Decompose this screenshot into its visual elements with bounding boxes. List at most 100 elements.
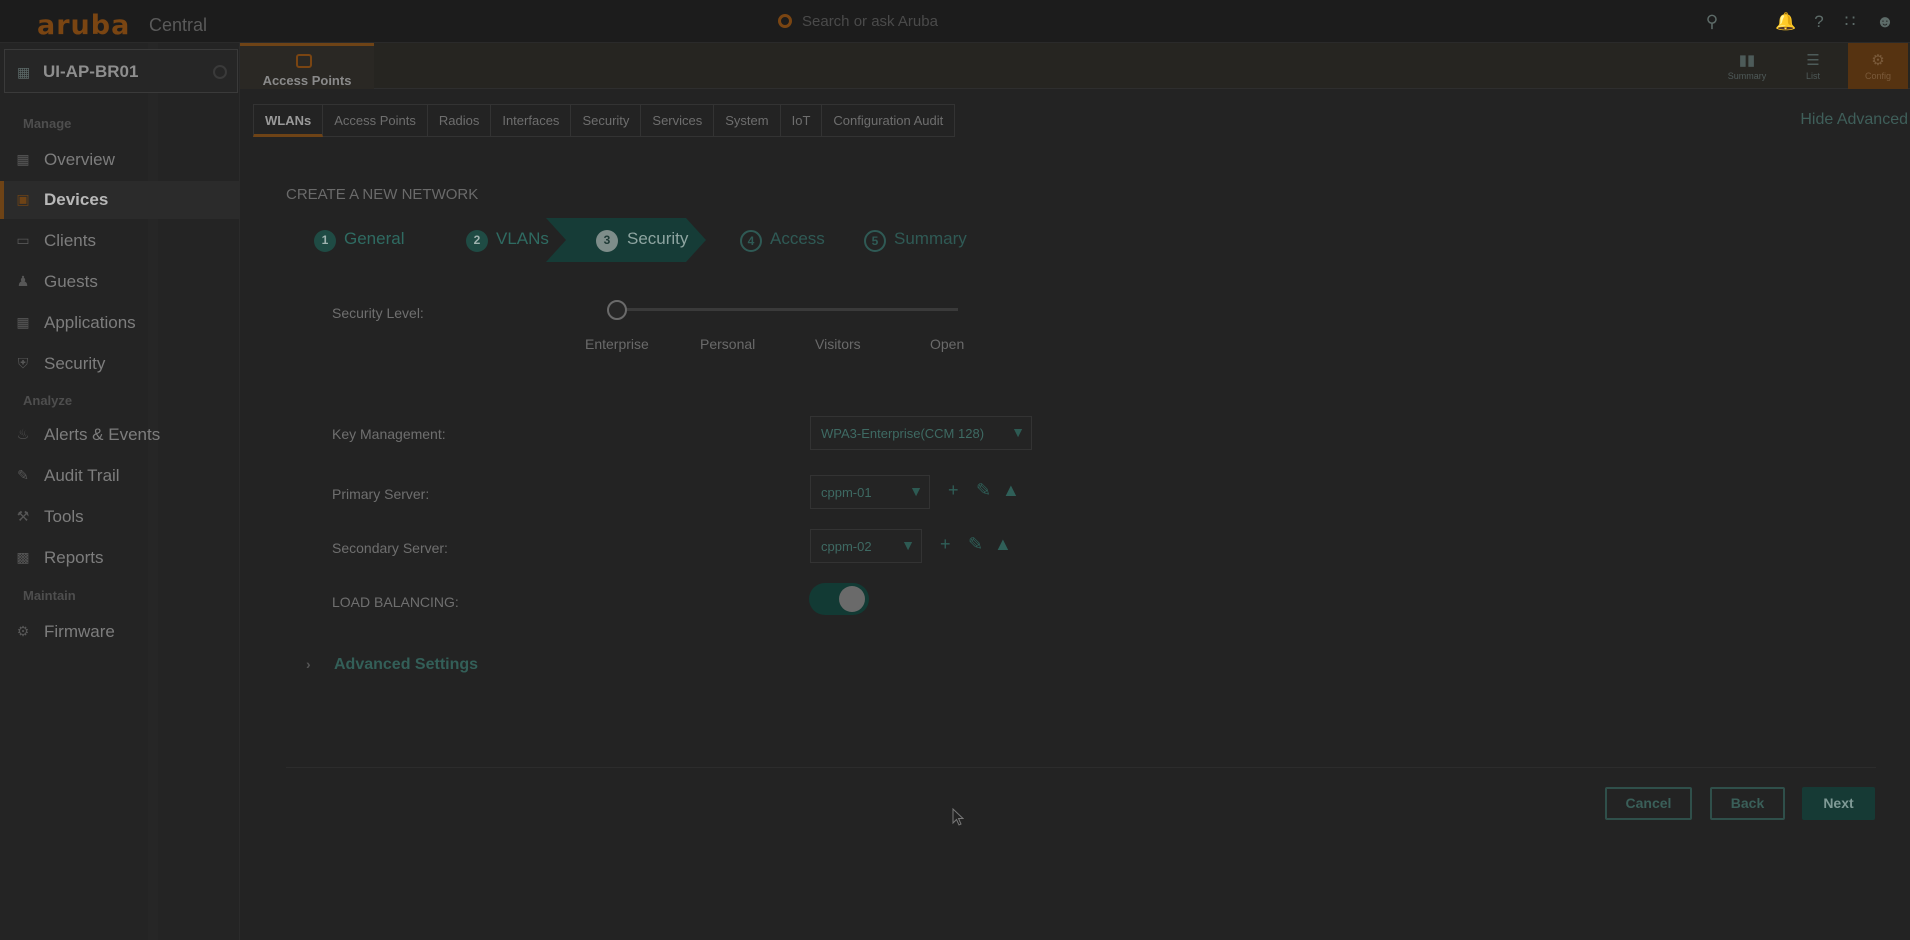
sidebar-item-tools[interactable]: ⚒ Tools xyxy=(0,498,239,536)
config-label: Config xyxy=(1864,71,1891,81)
security-level-slider[interactable] xyxy=(618,308,958,311)
security-level-slider-handle[interactable] xyxy=(607,300,627,320)
sidebar-item-label: Reports xyxy=(44,548,104,567)
tab-access-points-config[interactable]: Access Points xyxy=(323,104,428,137)
level-open[interactable]: Open xyxy=(930,336,964,352)
add-primary-server-icon[interactable]: + xyxy=(948,480,959,501)
tab-system[interactable]: System xyxy=(714,104,781,137)
grid-icon: ▦ xyxy=(16,151,30,167)
shield-icon: ⛨ xyxy=(17,355,29,371)
advanced-settings-expander[interactable]: › Advanced Settings xyxy=(306,656,479,674)
sidebar-item-reports[interactable]: ▩ Reports xyxy=(0,539,239,577)
search-logo-icon xyxy=(778,14,792,28)
primary-server-select[interactable]: cppm-01 ▼ xyxy=(810,475,930,509)
device-header: Access Points ▮▮ Summary ☰ List ⚙ Config xyxy=(240,43,1910,89)
list-view-button[interactable]: ☰ List xyxy=(1783,43,1843,89)
edit-secondary-server-icon[interactable]: ✎ xyxy=(968,534,983,555)
step-number: 2 xyxy=(466,230,488,252)
step-label: Summary xyxy=(894,229,967,248)
sidebar-item-label: Guests xyxy=(44,272,98,291)
apps-grid-icon[interactable]: ∷ xyxy=(1840,12,1860,32)
level-enterprise[interactable]: Enterprise xyxy=(585,336,649,352)
load-balancing-toggle[interactable] xyxy=(809,583,869,615)
sidebar-item-label: Security xyxy=(44,354,106,373)
sidebar-item-guests[interactable]: ♟ Guests xyxy=(0,263,239,301)
chevron-right-icon: › xyxy=(306,656,311,672)
sidebar-item-label: Overview xyxy=(44,150,115,169)
list-icon: ☰ xyxy=(1806,52,1820,69)
next-button[interactable]: Next xyxy=(1802,787,1875,820)
tab-interfaces[interactable]: Interfaces xyxy=(491,104,572,137)
primary-server-value: cppm-01 xyxy=(821,485,872,500)
user-icon[interactable]: ☻ xyxy=(1875,12,1895,32)
load-balancing-label: LOAD BALANCING: xyxy=(332,594,459,610)
sidebar-item-clients[interactable]: ▭ Clients xyxy=(0,222,239,260)
context-name: UI-AP-BR01 xyxy=(43,62,139,81)
secondary-server-label: Secondary Server: xyxy=(332,540,448,556)
step-label: General xyxy=(344,229,405,248)
tab-security[interactable]: Security xyxy=(571,104,642,137)
step-number: 1 xyxy=(314,230,336,252)
wrench-icon: ⚒ xyxy=(16,508,30,524)
chevron-down-icon: ▼ xyxy=(901,537,915,553)
sidebar-item-applications[interactable]: ▦ Applications xyxy=(0,304,239,342)
primary-server-label: Primary Server: xyxy=(332,486,430,502)
access-point-icon: ▦ xyxy=(17,64,31,80)
delete-primary-server-icon[interactable]: ▲ xyxy=(1002,480,1020,501)
level-visitors[interactable]: Visitors xyxy=(815,336,861,352)
key-management-select[interactable]: WPA3-Enterprise(CCM 128) ▼ xyxy=(810,416,1032,450)
key-management-label: Key Management: xyxy=(332,426,446,442)
section-manage: Manage xyxy=(23,116,72,131)
summary-label: Summary xyxy=(1727,71,1767,81)
sidebar-item-label: Audit Trail xyxy=(44,466,120,485)
secondary-server-select[interactable]: cppm-02 ▼ xyxy=(810,529,922,563)
config-subtabs: WLANs Access Points Radios Interfaces Se… xyxy=(253,104,956,137)
sidebar-item-security[interactable]: ⛨ Security xyxy=(0,345,239,383)
tab-radios[interactable]: Radios xyxy=(427,104,492,137)
step-number: 4 xyxy=(740,230,762,252)
tab-label: Access Points xyxy=(262,73,352,88)
clients-icon: ▭ xyxy=(16,232,30,248)
back-button[interactable]: Back xyxy=(1710,787,1785,820)
tab-configuration-audit[interactable]: Configuration Audit xyxy=(822,104,956,137)
level-personal[interactable]: Personal xyxy=(700,336,755,352)
list-label: List xyxy=(1805,71,1820,81)
step-number: 3 xyxy=(596,230,618,252)
wizard-step-security[interactable]: 3 Security xyxy=(546,218,706,262)
config-view-button[interactable]: ⚙ Config xyxy=(1848,43,1908,89)
clear-context-icon[interactable] xyxy=(213,65,227,79)
edit-primary-server-icon[interactable]: ✎ xyxy=(976,480,991,501)
access-point-icon xyxy=(296,54,312,68)
tab-access-points[interactable]: Access Points xyxy=(240,43,374,89)
sidebar-item-label: Alerts & Events xyxy=(44,425,161,444)
delete-secondary-server-icon[interactable]: ▲ xyxy=(994,534,1012,555)
cancel-button[interactable]: Cancel xyxy=(1605,787,1692,820)
sidebar-item-audit-trail[interactable]: ✎ Audit Trail xyxy=(0,457,239,495)
summary-view-button[interactable]: ▮▮ Summary xyxy=(1717,43,1777,89)
help-icon[interactable]: ? xyxy=(1809,12,1829,32)
aruba-logo[interactable]: aruba xyxy=(37,10,130,41)
sidebar-item-label: Applications xyxy=(44,313,136,332)
sidebar-item-firmware[interactable]: ⚙ Firmware xyxy=(0,613,239,651)
hide-advanced-link[interactable]: Hide Advanced xyxy=(1800,111,1908,129)
sidebar-item-label: Devices xyxy=(44,190,109,209)
app-name: Central xyxy=(149,15,208,35)
search-input[interactable]: Search or ask Aruba xyxy=(802,13,938,30)
tab-iot[interactable]: IoT xyxy=(780,104,823,137)
advanced-settings-label: Advanced Settings xyxy=(334,656,479,673)
add-secondary-server-icon[interactable]: + xyxy=(940,534,951,555)
sidebar-item-label: Clients xyxy=(44,231,96,250)
tab-services[interactable]: Services xyxy=(641,104,715,137)
section-analyze: Analyze xyxy=(23,393,73,408)
tab-wlans[interactable]: WLANs xyxy=(253,104,324,137)
search-icon[interactable]: ⚲ xyxy=(1702,12,1722,32)
reports-icon: ▩ xyxy=(16,549,30,565)
sidebar-item-alerts-events[interactable]: ♨ Alerts & Events xyxy=(0,416,239,454)
sidebar-item-overview[interactable]: ▦ Overview xyxy=(0,141,239,179)
context-selector[interactable]: ▦ UI-AP-BR01 xyxy=(4,49,238,93)
security-level-label: Security Level: xyxy=(332,305,424,321)
sidebar-item-devices[interactable]: ▣ Devices xyxy=(0,181,239,219)
notification-bell-icon[interactable]: 🔔 xyxy=(1775,12,1796,32)
global-search[interactable]: Search or ask Aruba xyxy=(776,12,1136,34)
toggle-knob xyxy=(839,586,865,612)
